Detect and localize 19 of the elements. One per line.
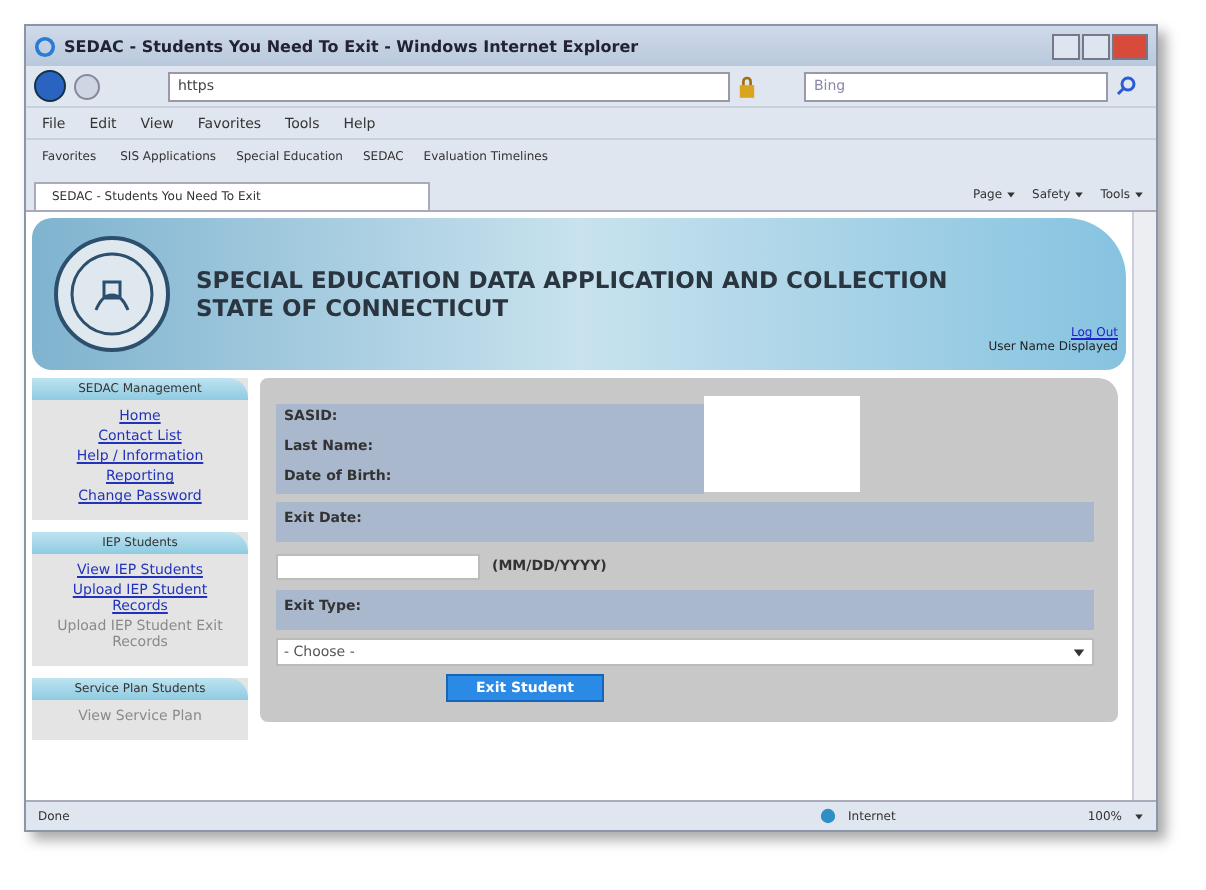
back-button[interactable] <box>34 70 66 102</box>
search-icon[interactable] <box>1116 76 1136 96</box>
close-button[interactable] <box>1112 33 1148 59</box>
caret-icon <box>1134 190 1144 200</box>
site-title: STATE OF CONNECTICUT <box>196 294 511 322</box>
maximize-button[interactable] <box>1082 33 1110 59</box>
date-input-field[interactable] <box>276 553 480 579</box>
lock-icon <box>738 75 756 97</box>
caret-icon <box>1006 190 1017 200</box>
caret-icon <box>1072 645 1086 659</box>
caret-icon <box>1134 811 1144 821</box>
browser-icon <box>34 35 56 57</box>
caret-icon <box>1074 190 1085 200</box>
seal-icon <box>52 234 172 354</box>
window-title: SEDAC - Students You Need To Exit - Windows Internet Explorer <box>64 37 641 55</box>
site-title: SPECIAL EDUCATION DATA APPLICATION AND COLLECTION <box>196 266 950 294</box>
forward-button[interactable] <box>74 73 100 99</box>
globe-icon <box>820 808 837 824</box>
minimize-button[interactable] <box>1052 33 1080 59</box>
